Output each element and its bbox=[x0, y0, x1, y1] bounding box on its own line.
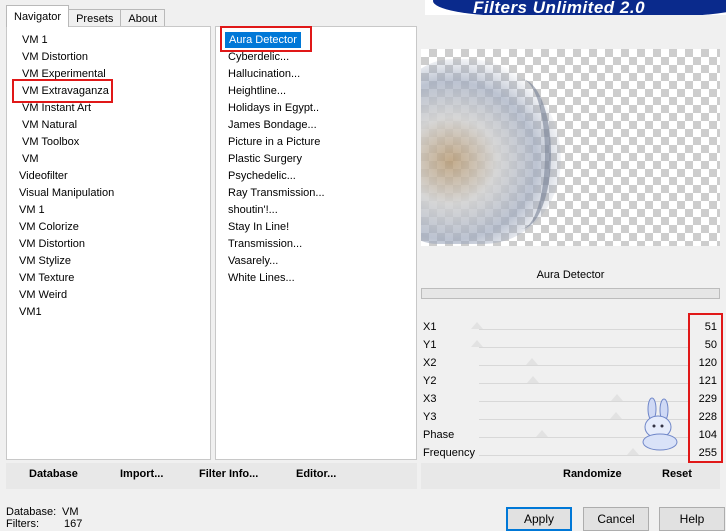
param-label: Y1 bbox=[423, 339, 437, 351]
filter-item[interactable]: Ray Transmission... bbox=[228, 185, 325, 201]
param-row-x1[interactable]: X1 51 bbox=[421, 319, 720, 337]
bunny-watermark-icon bbox=[642, 397, 678, 451]
filter-item[interactable]: Picture in a Picture bbox=[228, 134, 320, 150]
filter-info-button[interactable]: Filter Info... bbox=[199, 468, 258, 480]
filter-item[interactable]: Heightline... bbox=[228, 83, 286, 99]
left-button-bar: Database Import... Filter Info... Editor… bbox=[6, 463, 417, 489]
status-database-value: VM bbox=[62, 506, 79, 518]
status-filters-value: 167 bbox=[64, 518, 83, 530]
tab-presets[interactable]: Presets bbox=[68, 9, 122, 27]
category-list[interactable]: VM 1 VM Distortion VM Experimental VM Ex… bbox=[6, 26, 211, 460]
param-slider-track[interactable] bbox=[479, 347, 689, 348]
database-button[interactable]: Database bbox=[29, 468, 78, 480]
param-slider-track[interactable] bbox=[479, 455, 689, 456]
preview-image[interactable] bbox=[421, 49, 720, 246]
category-item[interactable]: VM Stylize bbox=[19, 253, 71, 269]
app-title: Filters Unlimited 2.0 bbox=[473, 0, 646, 15]
category-item[interactable]: VM 1 bbox=[22, 32, 48, 48]
title-banner: Filters Unlimited 2.0 bbox=[425, 0, 726, 15]
filter-item[interactable]: Hallucination... bbox=[228, 66, 300, 82]
category-item[interactable]: VM Weird bbox=[19, 287, 67, 303]
category-item[interactable]: Videofilter bbox=[19, 168, 68, 184]
tab-bar: Navigator Presets About bbox=[6, 5, 166, 27]
import-button[interactable]: Import... bbox=[120, 468, 163, 480]
category-item[interactable]: VM Instant Art bbox=[22, 100, 91, 116]
category-item[interactable]: VM Texture bbox=[19, 270, 74, 286]
param-slider-track[interactable] bbox=[479, 365, 689, 366]
filter-item[interactable]: shoutin'!... bbox=[228, 202, 278, 218]
param-label: X1 bbox=[423, 321, 437, 333]
filter-item[interactable]: Stay In Line! bbox=[228, 219, 289, 235]
filter-item[interactable]: Psychedelic... bbox=[228, 168, 296, 184]
param-label: X2 bbox=[423, 357, 437, 369]
category-item[interactable]: VM Distortion bbox=[19, 236, 85, 252]
cancel-button[interactable]: Cancel bbox=[583, 507, 649, 531]
filter-item[interactable]: Vasarely... bbox=[228, 253, 278, 269]
param-row-x2[interactable]: X2 120 bbox=[421, 355, 720, 373]
reset-button[interactable]: Reset bbox=[662, 468, 692, 480]
filter-item[interactable]: Holidays in Egypt.. bbox=[228, 100, 319, 116]
param-label: X3 bbox=[423, 393, 437, 405]
filter-item[interactable]: James Bondage... bbox=[228, 117, 317, 133]
help-button[interactable]: Help bbox=[659, 507, 725, 531]
status-area: Database: VM Filters: 167 bbox=[6, 506, 82, 530]
progress-bar bbox=[421, 288, 720, 299]
filter-list[interactable]: Aura Detector Cyberdelic... Hallucinatio… bbox=[215, 26, 417, 460]
status-database-label: Database: bbox=[6, 506, 57, 518]
tab-about[interactable]: About bbox=[120, 9, 166, 27]
category-item[interactable]: Visual Manipulation bbox=[19, 185, 114, 201]
filter-item[interactable]: Transmission... bbox=[228, 236, 302, 252]
param-slider-thumb[interactable] bbox=[610, 412, 622, 419]
category-item[interactable]: VM Natural bbox=[22, 117, 77, 133]
param-slider-track[interactable] bbox=[479, 383, 689, 384]
param-slider-thumb[interactable] bbox=[527, 376, 539, 383]
category-item[interactable]: VM 1 bbox=[19, 202, 45, 218]
category-item[interactable]: VM bbox=[22, 151, 39, 167]
filter-item[interactable]: Cyberdelic... bbox=[228, 49, 289, 65]
category-item[interactable]: VM1 bbox=[19, 304, 42, 320]
filter-item[interactable]: White Lines... bbox=[228, 270, 295, 286]
category-item-selected[interactable]: VM Extravaganza bbox=[22, 83, 109, 99]
param-label: Frequency bbox=[423, 447, 475, 459]
values-highlight-box bbox=[688, 313, 723, 463]
param-label: Y2 bbox=[423, 375, 437, 387]
filter-item[interactable]: Plastic Surgery bbox=[228, 151, 302, 167]
randomize-button[interactable]: Randomize bbox=[563, 468, 622, 480]
right-button-bar: Randomize Reset bbox=[421, 463, 720, 489]
category-item[interactable]: VM Distortion bbox=[22, 49, 88, 65]
param-row-y2[interactable]: Y2 121 bbox=[421, 373, 720, 391]
category-item[interactable]: VM Experimental bbox=[22, 66, 106, 82]
param-label: Phase bbox=[423, 429, 455, 441]
param-slider-thumb[interactable] bbox=[611, 394, 623, 401]
category-item[interactable]: VM Colorize bbox=[19, 219, 79, 235]
filter-item-selected[interactable]: Aura Detector bbox=[225, 32, 301, 48]
category-item[interactable]: VM Toolbox bbox=[22, 134, 79, 150]
param-label: Y3 bbox=[423, 411, 437, 423]
apply-button[interactable]: Apply bbox=[506, 507, 572, 531]
editor-button[interactable]: Editor... bbox=[296, 468, 336, 480]
param-slider-thumb[interactable] bbox=[471, 340, 483, 347]
preview-aura-swirl bbox=[491, 79, 551, 229]
param-slider-track[interactable] bbox=[479, 329, 689, 330]
param-slider-thumb[interactable] bbox=[526, 358, 538, 365]
status-filters-label: Filters: bbox=[6, 518, 39, 530]
effect-name-label: Aura Detector bbox=[536, 269, 605, 281]
param-slider-thumb[interactable] bbox=[471, 322, 483, 329]
param-row-y1[interactable]: Y1 50 bbox=[421, 337, 720, 355]
tab-navigator[interactable]: Navigator bbox=[6, 5, 70, 27]
param-slider-thumb[interactable] bbox=[536, 430, 548, 437]
